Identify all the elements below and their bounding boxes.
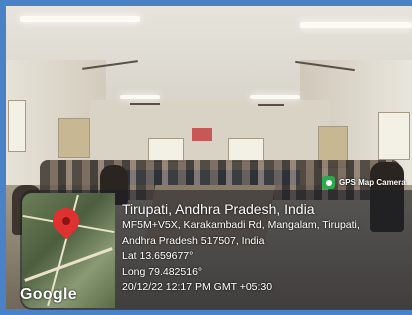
badge-label: GPS Map Camera	[339, 178, 406, 187]
timestamp: 20/12/22 12:17 PM GMT +05:30	[122, 281, 273, 293]
ceiling-fan	[130, 103, 160, 105]
ceiling-light	[250, 95, 300, 99]
pin-center	[62, 217, 70, 225]
google-logo: Google	[20, 286, 77, 303]
window	[8, 100, 26, 152]
ceiling-light	[120, 95, 160, 99]
wall-sign	[192, 128, 212, 141]
latitude: Lat 13.659677°	[122, 250, 194, 262]
window	[148, 138, 184, 162]
address-line-2: Andhra Pradesh 517507, India	[122, 234, 265, 247]
window	[228, 138, 264, 162]
longitude: Long 79.482516°	[122, 265, 203, 278]
window	[378, 112, 410, 160]
location-info: Tirupati, Andhra Pradesh, India MF5M+V5X…	[122, 201, 360, 296]
gps-map-camera-badge: GPS Map Camera	[322, 175, 406, 190]
ceiling-light	[300, 22, 412, 28]
address-line-1: MF5M+V5X, Karakambadi Rd, Mangalam, Tiru…	[122, 219, 360, 231]
ceiling-light	[20, 16, 140, 22]
location-title: Tirupati, Andhra Pradesh, India	[122, 201, 315, 217]
photo-frame: GPS Map Camera Google Tirupati, Andhra P…	[0, 0, 412, 315]
map-camera-icon	[322, 176, 335, 189]
window	[58, 118, 90, 158]
ceiling-fan	[258, 104, 284, 106]
